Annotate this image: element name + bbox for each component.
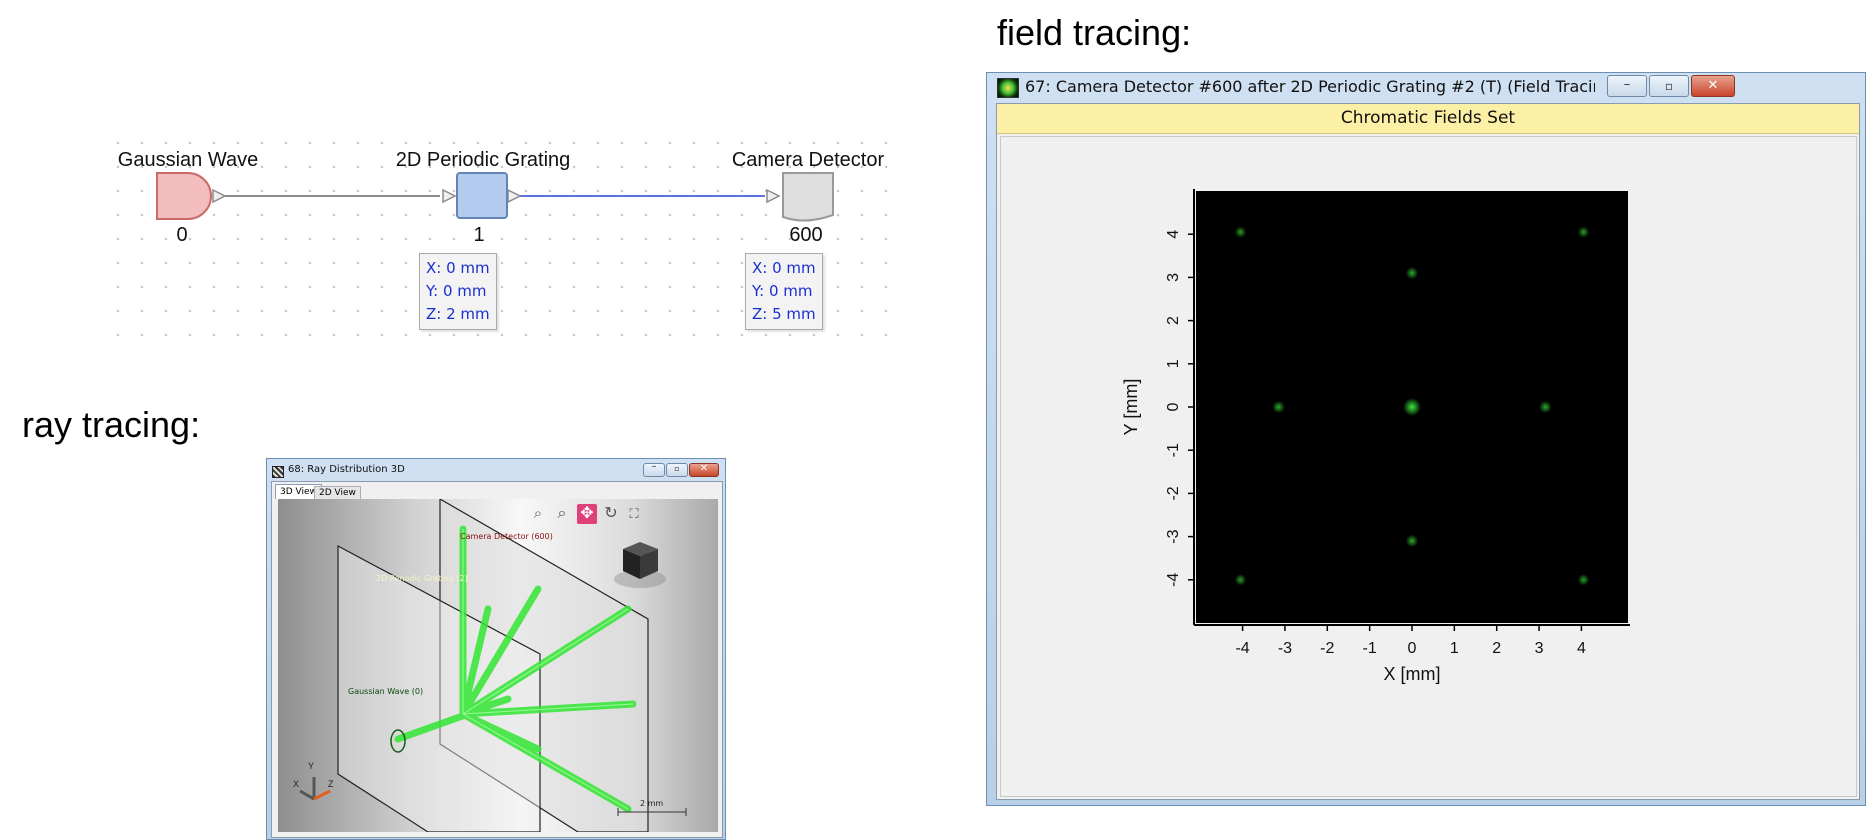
zoom-region-icon[interactable]: ⌕ (529, 505, 547, 523)
node-title-gaussian-wave: Gaussian Wave (117, 149, 259, 171)
y-tick-label: -3 (1165, 529, 1182, 543)
y-tick-label: 0 (1165, 402, 1182, 411)
intensity-spot (1234, 574, 1247, 586)
y-tick-label: 3 (1165, 273, 1182, 282)
rotate-icon[interactable]: ↻ (602, 505, 620, 523)
intensity-spot (1577, 226, 1590, 238)
x-tick-label: 4 (1577, 640, 1586, 657)
chromatic-fields-set-header: Chromatic Fields Set (997, 104, 1859, 134)
axis-label-x: X (293, 779, 300, 789)
detector-pos-z: Z: 5 mm (752, 305, 816, 323)
intensity-spot (1272, 400, 1285, 414)
fit-view-icon[interactable]: ⛶ (625, 505, 643, 523)
x-tick-label: 2 (1492, 640, 1501, 657)
ray-distribution-window[interactable]: 68: Ray Distribution 3D – ▫ ✕ 3D View 2D… (266, 458, 726, 840)
x-tick-label: -3 (1278, 640, 1292, 657)
x-axis-label: X [mm] (1384, 664, 1441, 684)
y-tick-label: 2 (1165, 316, 1182, 325)
scene-label-source: Gaussian Wave (0) (348, 687, 424, 696)
zoom-icon[interactable]: ⌕ (553, 505, 571, 523)
grating-pos-z: Z: 2 mm (426, 305, 490, 323)
intensity-spot (1405, 534, 1419, 548)
y-tick-label: 1 (1165, 359, 1182, 368)
scale-bar-label: 2 mm (640, 799, 664, 808)
pan-icon[interactable]: ✥ (577, 504, 597, 524)
plot-panel: -4 -3 -2 -1 0 1 2 3 4 4 3 2 1 0 -1 -2 -3 -4 X [mm] Y [mm] (1000, 136, 1857, 797)
x-tick-label: -2 (1320, 640, 1334, 657)
axis-label-y: Y (308, 761, 315, 771)
close-button[interactable]: ✕ (689, 463, 719, 477)
ray-window-title: 68: Ray Distribution 3D (288, 464, 405, 475)
grating-pos-x: X: 0 mm (426, 259, 490, 277)
x-tick-label: 0 (1408, 640, 1417, 657)
x-tick-label: -4 (1235, 640, 1249, 657)
y-tick-label: -1 (1165, 443, 1182, 457)
detector-pos-x: X: 0 mm (752, 259, 816, 277)
tab-2d-view[interactable]: 2D View (314, 486, 361, 500)
node-number-grating: 1 (473, 224, 485, 246)
3d-viewport[interactable]: ⌕ ⌕ ✥ ↻ ⛶ Camera Detector (600) 2D Perio… (278, 499, 718, 832)
x-tick-label: 3 (1535, 640, 1544, 657)
x-tick-label: 1 (1450, 640, 1459, 657)
axis-label-z: Z (328, 779, 334, 789)
ray-window-client: 3D View 2D View ⌕ ⌕ ✥ ↻ ⛶ Camera Detecto… (271, 481, 723, 838)
grating-position-box[interactable]: X: 0 mm Y: 0 mm Z: 2 mm (419, 253, 497, 330)
y-tick-label: 4 (1165, 230, 1182, 239)
maximize-button[interactable]: ▫ (1649, 75, 1689, 97)
maximize-button[interactable]: ▫ (666, 463, 688, 477)
node-title-grating: 2D Periodic Grating (395, 149, 571, 171)
gaussian-wave-node[interactable] (156, 172, 212, 220)
view-cube[interactable] (614, 542, 666, 588)
camera-detector-node[interactable] (782, 172, 834, 222)
field-intensity-chart[interactable]: -4 -3 -2 -1 0 1 2 3 4 4 3 2 1 0 -1 -2 -3 -4 X [mm] Y [mm] (1001, 137, 1856, 796)
node-title-camera-detector: Camera Detector (731, 149, 885, 171)
minimize-button[interactable]: – (1607, 75, 1647, 97)
window-app-icon (997, 78, 1019, 98)
intensity-spot (1539, 400, 1552, 414)
x-tick-label: -1 (1363, 640, 1377, 657)
field-window-title: 67: Camera Detector #600 after 2D Period… (1025, 77, 1595, 96)
field-tracing-window[interactable]: 67: Camera Detector #600 after 2D Period… (986, 72, 1866, 806)
grating-node[interactable] (456, 172, 508, 219)
intensity-spot (1577, 574, 1590, 586)
y-tick-label: -2 (1165, 486, 1182, 500)
3d-scene (299, 499, 687, 832)
field-window-client: Chromatic Fields Set -4 -3 -2 -1 0 1 2 3 4 4 3 2 1 0-… (996, 103, 1860, 800)
intensity-spot (1234, 226, 1247, 238)
axes-triad (299, 777, 331, 801)
y-axis-label: Y [mm] (1121, 379, 1141, 436)
scene-label-grating: 2D Periodic Grating (2) (376, 574, 468, 583)
close-button[interactable]: ✕ (1691, 75, 1735, 97)
scene-label-detector: Camera Detector (600) (460, 532, 553, 541)
detector-pos-y: Y: 0 mm (752, 282, 813, 300)
grating-pos-y: Y: 0 mm (426, 282, 487, 300)
y-tick-label: -4 (1165, 573, 1182, 587)
node-number-detector: 600 (789, 224, 823, 246)
minimize-button[interactable]: – (643, 461, 665, 477)
field-tracing-label: field tracing: (997, 12, 1192, 53)
node-number-source: 0 (176, 224, 188, 246)
detector-position-box[interactable]: X: 0 mm Y: 0 mm Z: 5 mm (745, 253, 823, 330)
window-app-icon (272, 466, 284, 478)
optical-setup-diagram: Gaussian Wave 2D Periodic Grating Camera… (100, 125, 890, 350)
intensity-spot (1405, 266, 1419, 280)
intensity-spot (1403, 398, 1421, 416)
ray-tracing-label: ray tracing: (22, 404, 201, 445)
